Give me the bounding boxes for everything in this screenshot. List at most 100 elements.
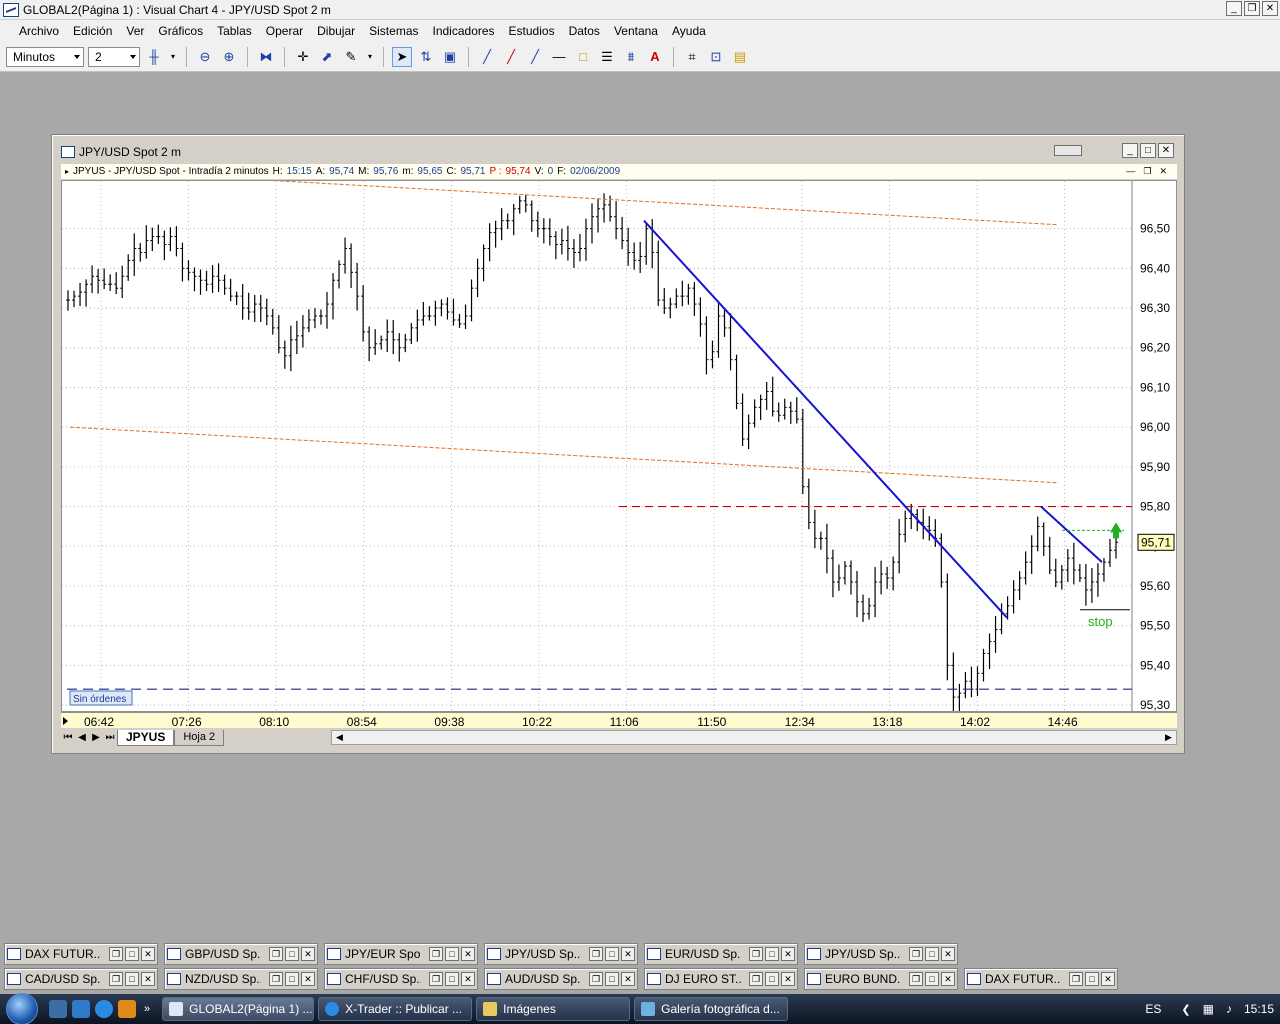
minimized-window[interactable]: NZD/USD Sp... ❐ □ ✕ (164, 968, 318, 990)
minimized-window[interactable]: DAX FUTUR... ❐ □ ✕ (964, 968, 1118, 990)
show-desktop-icon[interactable] (49, 1000, 67, 1018)
minimized-window[interactable]: EUR/USD Sp... ❐ □ ✕ (644, 943, 798, 965)
menu-graficos[interactable]: Gráficos (151, 24, 210, 38)
minimized-window[interactable]: AUD/USD Sp... ❐ □ ✕ (484, 968, 638, 990)
chevron-down-icon[interactable]: ▾ (365, 47, 375, 67)
minimized-window[interactable]: JPY/USD Sp... ❐ □ ✕ (484, 943, 638, 965)
pen-icon[interactable]: ✎ (341, 47, 361, 67)
scroll-indicator[interactable] (1054, 145, 1082, 156)
window-switch-icon[interactable] (72, 1000, 90, 1018)
minimized-window[interactable]: DAX FUTUR... ❐ □ ✕ (4, 943, 158, 965)
p-value: 95,74 (505, 166, 531, 177)
system-tray: ES ❮ ▦ ♪ 15:15 (1139, 994, 1280, 1024)
c-value: 95,71 (460, 166, 486, 177)
fibonacci-icon[interactable]: ⩩ (621, 47, 641, 67)
plot-area[interactable]: 96,50 96,40 96,30 96,20 96,10 96,00 95,90 95,80… (61, 180, 1177, 712)
minimized-window[interactable]: CHF/USD Sp... ❐ □ ✕ (324, 968, 478, 990)
zoom-in-icon[interactable]: ⊕ (219, 47, 239, 67)
taskbar-button-imagenes[interactable]: Imágenes (476, 997, 631, 1021)
minimized-window[interactable]: JPY/EUR Spo...❐□✕ (324, 943, 478, 965)
sub-maximize-icon[interactable]: ❐ (1143, 166, 1151, 177)
taskbar-button-galeria[interactable]: Galería fotográfica d... (634, 997, 789, 1021)
zoom-box-icon[interactable]: ⊡ (706, 47, 726, 67)
scroll-left-icon[interactable]: ◀ (332, 731, 347, 744)
move-object-icon[interactable]: ⇅ (416, 47, 436, 67)
crosshair-icon[interactable]: ✛ (293, 47, 313, 67)
taskbar-button-visual-chart[interactable]: GLOBAL2(Página 1) ... (162, 997, 315, 1021)
menu-indicadores[interactable]: Indicadores (426, 24, 502, 38)
channel-icon[interactable]: ☰ (597, 47, 617, 67)
period-unit-select[interactable]: Minutos (6, 46, 84, 67)
minimized-window[interactable]: CAD/USD Sp... ❐ □ ✕ (4, 968, 158, 990)
rectangle-icon[interactable]: □ (573, 47, 593, 67)
segment-line-icon[interactable]: ╱ (525, 47, 545, 67)
trendline-icon[interactable]: ╱ (477, 47, 497, 67)
menu-bar: Archivo Edición Ver Gráficos Tablas Oper… (0, 20, 1280, 42)
menu-edicion[interactable]: Edición (66, 24, 119, 38)
menu-tablas[interactable]: Tablas (210, 24, 259, 38)
app-chart-icon (3, 2, 19, 17)
clock[interactable]: 15:15 (1244, 1002, 1274, 1016)
tab-hoja-2[interactable]: Hoja 2 (174, 729, 225, 746)
restore-button[interactable]: ❐ (1244, 1, 1260, 16)
minimized-window[interactable]: GBP/USD Sp... ❐ □ ✕ (164, 943, 318, 965)
chevron-down-icon[interactable]: ▾ (168, 47, 178, 67)
menu-sistemas[interactable]: Sistemas (362, 24, 425, 38)
taskbar-button-x-trader[interactable]: X-Trader :: Publicar ... (318, 997, 473, 1021)
price-info-bar: ▸ JPYUS - JPY/USD Spot - Intradía 2 minu… (61, 164, 1177, 179)
horizontal-line-icon[interactable]: — (549, 47, 569, 67)
first-sheet-icon[interactable]: ⏮ (61, 731, 75, 745)
internet-explorer-icon[interactable] (95, 1000, 113, 1018)
ray-line-icon[interactable]: ╱ (501, 47, 521, 67)
chart-close-button[interactable]: ✕ (1158, 143, 1174, 158)
network-icon[interactable]: ▦ (1203, 1002, 1214, 1016)
quicklaunch-more-icon[interactable]: » (144, 1003, 150, 1015)
menu-archivo[interactable]: Archivo (12, 24, 66, 38)
rectangle-select-icon[interactable]: ▣ (440, 47, 460, 67)
sub-minimize-icon[interactable]: — (1126, 166, 1135, 177)
sub-close-icon[interactable]: ✕ (1159, 166, 1167, 177)
properties-icon[interactable]: ▤ (730, 47, 750, 67)
menu-estudios[interactable]: Estudios (502, 24, 562, 38)
horizontal-scrollbar[interactable]: ◀ ▶ (331, 730, 1177, 745)
tray-expand-icon[interactable]: ❮ (1181, 1003, 1190, 1016)
axis-arrow-icon[interactable] (63, 717, 68, 725)
expand-arrow-icon[interactable]: ▸ (65, 167, 69, 176)
last-sheet-icon[interactable]: ⏭ (103, 731, 117, 745)
menu-ayuda[interactable]: Ayuda (665, 24, 713, 38)
chart-minimize-button[interactable]: _ (1122, 143, 1138, 158)
cursor-data-icon[interactable]: ⬈ (317, 47, 337, 67)
period-value-select[interactable]: 2 (88, 46, 140, 67)
menu-ver[interactable]: Ver (119, 24, 151, 38)
bar-type-icon[interactable]: ╫ (144, 47, 164, 67)
zoom-out-icon[interactable]: ⊖ (195, 47, 215, 67)
tab-jpyus[interactable]: JPYUS (117, 729, 175, 746)
select-pointer-icon[interactable]: ➤ (392, 46, 412, 67)
text-tool-icon[interactable]: A (645, 47, 665, 67)
menu-dibujar[interactable]: Dibujar (310, 24, 362, 38)
chart-icon (807, 948, 821, 960)
chart-maximize-button[interactable]: □ (1140, 143, 1156, 158)
minimized-window[interactable]: EURO BUND... ❐ □ ✕ (804, 968, 958, 990)
zoom-area-icon[interactable]: ⌗ (682, 47, 702, 67)
menu-ventana[interactable]: Ventana (607, 24, 665, 38)
media-player-icon[interactable] (118, 1000, 136, 1018)
close-button[interactable]: ✕ (1262, 1, 1278, 16)
minimized-window[interactable]: JPY/USD Sp... ❐ □ ✕ (804, 943, 958, 965)
scroll-right-icon[interactable]: ▶ (1161, 731, 1176, 744)
prev-sheet-icon[interactable]: ◀ (75, 731, 89, 745)
menu-datos[interactable]: Datos (562, 24, 607, 38)
minimize-button[interactable]: _ (1226, 1, 1242, 16)
language-indicator[interactable]: ES (1145, 1002, 1161, 1016)
minimized-row-1: DAX FUTUR... ❐ □ ✕ GBP/USD Sp... ❐ □ ✕ JPY/EUR… (4, 943, 958, 965)
volume-icon[interactable]: ♪ (1226, 1002, 1232, 1016)
start-button[interactable] (0, 993, 44, 1024)
h-label: H: (272, 166, 283, 177)
minimized-window[interactable]: DJ EURO ST... ❐ □ ✕ (644, 968, 798, 990)
min-value: 95,65 (417, 166, 443, 177)
menu-operar[interactable]: Operar (259, 24, 310, 38)
folder-icon (483, 1002, 498, 1016)
chart-icon (7, 948, 21, 960)
compress-chart-icon[interactable]: ⧓ (256, 47, 276, 67)
next-sheet-icon[interactable]: ▶ (89, 731, 103, 745)
